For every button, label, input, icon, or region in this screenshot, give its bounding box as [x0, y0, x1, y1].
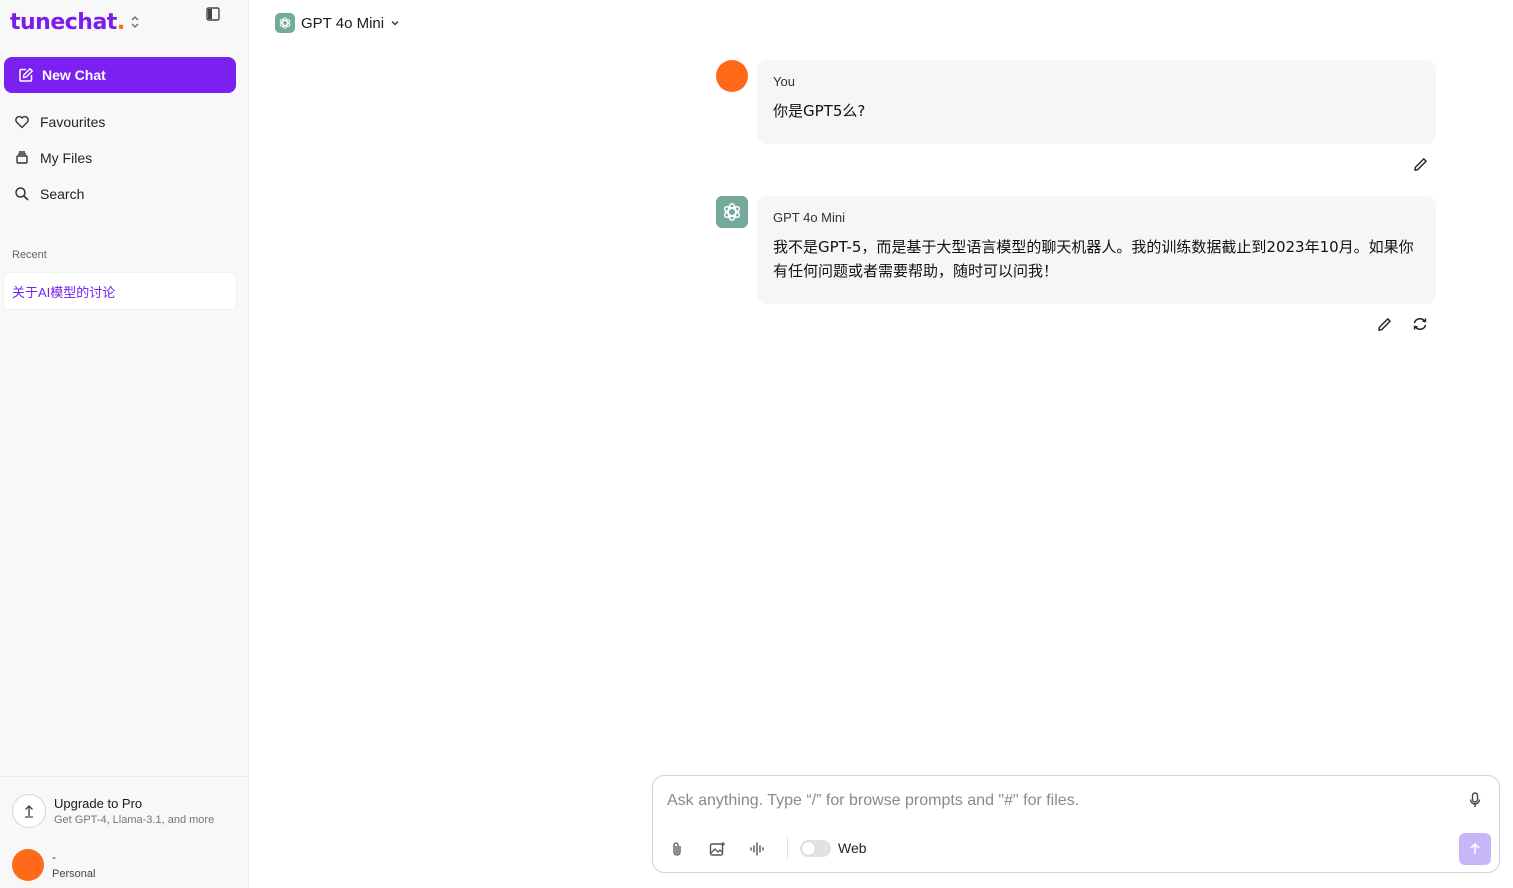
upgrade-title: Upgrade to Pro: [54, 796, 143, 811]
heart-icon: [15, 115, 29, 129]
user-avatar: [716, 60, 748, 92]
model-selector[interactable]: GPT 4o Mini: [275, 12, 400, 34]
user-account-button[interactable]: - Personal: [12, 849, 95, 881]
sidebar-item-label: Search: [40, 186, 85, 202]
avatar: [12, 849, 44, 881]
recent-section-label: Recent: [12, 249, 47, 261]
audio-waveform-icon[interactable]: [746, 838, 768, 860]
sidebar-footer: Upgrade to Pro Get GPT-4, Llama-3.1, and…: [0, 776, 248, 888]
pencil-icon: [1413, 157, 1427, 171]
arrow-up-icon: [1470, 842, 1480, 854]
files-icon: [16, 151, 28, 164]
edit-response-button[interactable]: [1374, 314, 1394, 334]
sidebar-item-favourites[interactable]: Favourites: [4, 106, 236, 138]
message-input[interactable]: [667, 790, 1447, 812]
image-upload-icon[interactable]: [706, 838, 728, 860]
openai-logo-icon: [723, 203, 741, 221]
sidebar: tunechat. New Chat Favourites My Files S…: [0, 0, 249, 888]
microphone-icon[interactable]: [1465, 790, 1485, 810]
attach-file-icon[interactable]: [666, 838, 688, 860]
refresh-icon: [1413, 318, 1427, 330]
workspace-switch-icon[interactable]: [131, 15, 139, 29]
chevron-down-icon: [391, 21, 399, 26]
upgrade-arrow-icon: [12, 794, 46, 828]
assistant-message: GPT 4o Mini 我不是GPT-5，而是基于大型语言模型的聊天机器人。我的…: [757, 196, 1436, 304]
recent-chat-item[interactable]: 关于AI模型的讨论: [4, 273, 236, 309]
sidebar-item-label: My Files: [40, 150, 93, 166]
user-message: You 你是GPT5么?: [757, 60, 1436, 144]
assistant-avatar: [716, 196, 748, 228]
openai-logo-icon: [275, 13, 295, 33]
user-plan: Personal: [52, 868, 96, 880]
collapse-sidebar-icon[interactable]: [203, 4, 223, 24]
toolbar-divider: [787, 836, 788, 860]
sidebar-item-my-files[interactable]: My Files: [4, 142, 236, 174]
user-name: -: [52, 850, 56, 864]
new-chat-button[interactable]: New Chat: [4, 57, 236, 93]
sidebar-item-label: Favourites: [40, 114, 106, 130]
search-icon: [15, 187, 29, 201]
upgrade-subtitle: Get GPT-4, Llama-3.1, and more: [54, 814, 215, 826]
message-sender: GPT 4o Mini: [773, 210, 846, 225]
web-toggle-label: Web: [838, 840, 867, 856]
web-search-toggle[interactable]: [800, 840, 831, 857]
sidebar-item-search[interactable]: Search: [4, 178, 236, 210]
brand-logo[interactable]: tunechat.: [10, 10, 125, 35]
message-text: 我不是GPT-5，而是基于大型语言模型的聊天机器人。我的训练数据截止到2023年…: [773, 238, 1414, 280]
pencil-icon: [1377, 317, 1391, 331]
send-button[interactable]: [1459, 833, 1491, 865]
message-sender: You: [773, 74, 795, 89]
edit-icon: [19, 67, 34, 82]
edit-message-button[interactable]: [1410, 154, 1430, 174]
upgrade-to-pro-button[interactable]: Upgrade to Pro Get GPT-4, Llama-3.1, and…: [12, 794, 214, 828]
message-composer: Web: [652, 775, 1500, 873]
regenerate-response-button[interactable]: [1410, 314, 1430, 334]
model-name: GPT 4o Mini: [301, 14, 385, 32]
message-text: 你是GPT5么?: [773, 102, 866, 120]
new-chat-label: New Chat: [42, 67, 106, 83]
